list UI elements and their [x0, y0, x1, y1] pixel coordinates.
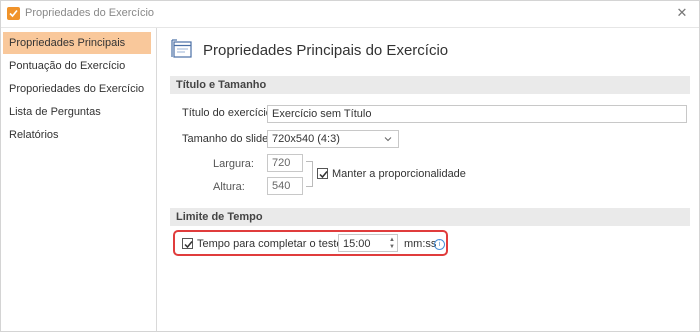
keep-ratio-label: Manter a proporcionalidade [332, 168, 466, 180]
section-time-limit-header: Limite de Tempo [170, 208, 690, 226]
checkmark-icon [319, 171, 328, 179]
window-title: Propriedades do Exercício [25, 7, 155, 19]
spin-down-icon[interactable]: ▼ [389, 244, 395, 250]
width-label: Largura: [213, 158, 254, 170]
time-limit-checkbox[interactable] [182, 238, 193, 249]
time-spinner[interactable]: 15:00 ▲ ▼ [338, 234, 398, 252]
sidebar-item-question-list[interactable]: Lista de Perguntas [3, 101, 151, 123]
title-bar: Propriedades do Exercício ✕ [1, 1, 699, 28]
sidebar-item-main-properties[interactable]: Propriedades Principais [3, 32, 151, 54]
ratio-link-bracket [306, 161, 313, 187]
app-checkmark-icon [7, 7, 20, 20]
spin-up-icon[interactable]: ▲ [389, 237, 395, 243]
sidebar-item-label: Relatórios [9, 129, 59, 141]
time-value: 15:00 [343, 238, 371, 250]
exercise-title-input[interactable]: Exercício sem Título [267, 105, 687, 123]
slide-size-dropdown[interactable]: 720x540 (4:3) [267, 130, 399, 148]
checkmark-icon [184, 241, 193, 249]
sidebar-item-label: Propriedades Principais [9, 37, 126, 49]
sidebar: Propriedades Principais Pontuação do Exe… [1, 28, 157, 331]
sidebar-item-reports[interactable]: Relatórios [3, 124, 151, 146]
sidebar-item-label: Pontuação do Exercício [9, 60, 126, 72]
main-panel: Propriedades Principais do Exercício Tít… [157, 28, 699, 331]
section-title-size-header: Título e Tamanho [170, 76, 690, 94]
exercise-title-label: Título do exercício [182, 107, 272, 119]
chevron-down-icon [384, 131, 392, 152]
slide-size-value: 720x540 (4:3) [272, 133, 340, 145]
sidebar-item-exercise-properties[interactable]: Proporiedades do Exercício [3, 78, 151, 100]
page-title: Propriedades Principais do Exercício [203, 42, 449, 59]
height-input[interactable]: 540 [267, 177, 303, 195]
close-icon: ✕ [676, 5, 688, 20]
info-icon[interactable]: i [434, 239, 445, 250]
properties-window-icon [171, 39, 193, 59]
close-button[interactable]: ✕ [673, 4, 691, 22]
slide-size-label: Tamanho do slide: [182, 133, 272, 145]
keep-ratio-checkbox[interactable] [317, 168, 328, 179]
height-label: Altura: [213, 181, 245, 193]
sidebar-item-label: Lista de Perguntas [9, 106, 101, 118]
time-limit-label: Tempo para completar o teste: [197, 238, 346, 250]
properties-dialog: Propriedades do Exercício ✕ Propriedades… [0, 0, 700, 332]
sidebar-item-label: Proporiedades do Exercício [9, 83, 145, 95]
time-unit-label: mm:ss [404, 238, 437, 250]
sidebar-item-scoring[interactable]: Pontuação do Exercício [3, 55, 151, 77]
width-input[interactable]: 720 [267, 154, 303, 172]
